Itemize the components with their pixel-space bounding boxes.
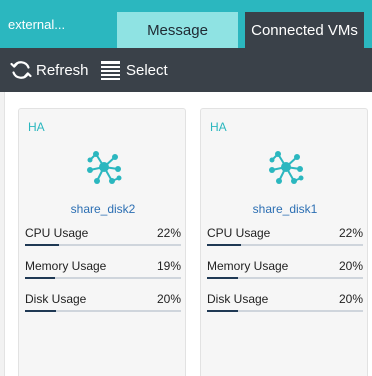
usage-bar-track (25, 310, 181, 312)
title-bar: external... Message Connected VMs (0, 0, 372, 48)
metric-label: CPU Usage (25, 226, 89, 240)
memory-usage-metric: Memory Usage 20% (207, 259, 363, 283)
metric-value: 20% (338, 259, 363, 273)
tab-message[interactable]: Message (117, 12, 238, 48)
usage-bar-track (207, 244, 363, 246)
metric-label: Memory Usage (25, 259, 107, 273)
metric-value: 22% (156, 226, 181, 240)
select-button[interactable]: Select (99, 58, 168, 82)
metric-value: 20% (338, 292, 363, 306)
usage-bar-fill (207, 277, 239, 279)
tab-connected-vms[interactable]: Connected VMs (245, 12, 364, 48)
usage-bar-track (207, 310, 363, 312)
metric-value: 22% (338, 226, 363, 240)
usage-bar-track (25, 277, 181, 279)
metric-value: 19% (156, 259, 181, 273)
metric-label: Memory Usage (207, 259, 289, 273)
usage-bar-fill (25, 277, 55, 279)
usage-bar-fill (207, 310, 239, 312)
metric-label: CPU Usage (207, 226, 271, 240)
vm-card[interactable]: HA share_disk1 CPU Usage 22% Memory Usag… (200, 108, 368, 376)
refresh-button[interactable]: Refresh (9, 58, 89, 82)
cpu-usage-metric: CPU Usage 22% (207, 226, 363, 250)
usage-bar-track (25, 244, 181, 246)
list-select-icon (99, 58, 123, 82)
usage-bar-fill (207, 244, 242, 246)
metric-value: 20% (156, 292, 181, 306)
network-nodes-icon (267, 148, 305, 186)
app-window: external... Message Connected VMs Refres… (0, 0, 372, 376)
ha-badge: HA (28, 120, 45, 134)
toolbar: Refresh Select (0, 48, 372, 92)
refresh-icon (9, 58, 33, 82)
vm-card[interactable]: HA share_disk2 CPU Usage 22% Memory Usag… (18, 108, 186, 376)
vm-name-link[interactable]: share_disk2 (19, 202, 187, 216)
ha-badge: HA (210, 120, 227, 134)
vm-name-link[interactable]: share_disk1 (201, 202, 369, 216)
memory-usage-metric: Memory Usage 19% (25, 259, 181, 283)
usage-bar-fill (25, 310, 57, 312)
network-nodes-icon (85, 148, 123, 186)
disk-usage-metric: Disk Usage 20% (25, 292, 181, 316)
cpu-usage-metric: CPU Usage 22% (25, 226, 181, 250)
usage-bar-fill (25, 244, 60, 246)
metric-label: Disk Usage (207, 292, 269, 306)
usage-bar-track (207, 277, 363, 279)
metric-label: Disk Usage (25, 292, 87, 306)
window-title: external... (8, 17, 66, 32)
refresh-label: Refresh (36, 61, 89, 79)
disk-usage-metric: Disk Usage 20% (207, 292, 363, 316)
select-label: Select (126, 61, 168, 79)
